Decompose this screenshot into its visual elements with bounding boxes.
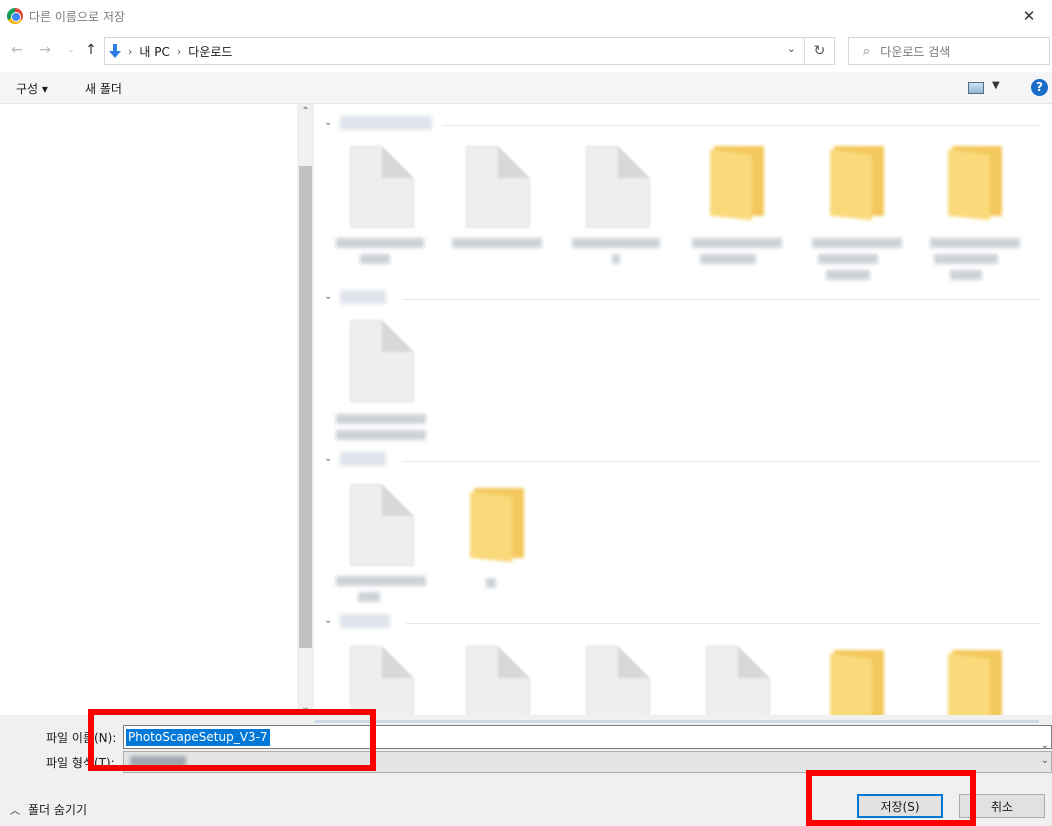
collapse-icon[interactable]: ⌄ (324, 117, 332, 128)
folder-name (812, 238, 902, 248)
group-header[interactable]: ⌄ (322, 452, 1042, 470)
refresh-icon: ↻ (813, 43, 826, 59)
filetype-label: 파일 형식(T): (46, 756, 115, 770)
filename-value[interactable]: PhotoScapeSetup_V3-7 (126, 729, 270, 746)
group-title (340, 116, 432, 130)
folder-icon (470, 488, 524, 563)
file-icon (586, 146, 650, 228)
scroll-down-icon[interactable]: ⌄ (297, 702, 314, 713)
title-bar: 다른 이름으로 저장 ✕ (0, 0, 1052, 32)
file-name (336, 576, 426, 586)
folder-name (486, 578, 496, 588)
chrome-icon (7, 8, 23, 24)
divider (402, 299, 1040, 300)
navigation-pane[interactable] (0, 104, 297, 715)
navigation-bar: ← → ⌄ ↑ › 내 PC › 다운로드 ⌄ ↻ ⌕ 다운로드 검색 (0, 34, 1052, 68)
breadcrumb-downloads[interactable]: 다운로드 (188, 43, 232, 60)
filetype-value (130, 756, 186, 767)
divider (442, 125, 1040, 126)
file-icon (350, 320, 414, 402)
folder-icon (830, 146, 884, 221)
folder-name (950, 270, 982, 280)
cancel-button[interactable]: 취소 (959, 794, 1045, 818)
breadcrumb-separator-icon: › (128, 44, 133, 58)
file-name (572, 238, 660, 248)
refresh-button[interactable]: ↻ (805, 37, 835, 65)
file-name (358, 592, 380, 602)
file-icon (350, 146, 414, 228)
folder-name (826, 270, 870, 280)
file-name (336, 238, 424, 248)
new-folder-button[interactable]: 새 폴더 (85, 80, 122, 97)
hide-folders-label: 폴더 숨기기 (28, 803, 88, 817)
file-name (612, 254, 620, 264)
collapse-icon[interactable]: ⌄ (324, 291, 332, 302)
file-icon (706, 646, 770, 715)
folder-name (934, 254, 998, 264)
scroll-up-icon[interactable]: ⌃ (297, 106, 314, 117)
address-dropdown-icon[interactable]: ⌄ (787, 42, 796, 55)
file-icon (586, 646, 650, 715)
divider (402, 461, 1040, 462)
folder-name (818, 254, 878, 264)
group-header[interactable]: ⌄ (322, 116, 1042, 134)
download-folder-icon (109, 44, 121, 58)
filetype-select[interactable]: ⌄ (123, 751, 1052, 773)
file-icon (350, 646, 414, 715)
folder-icon (948, 650, 1002, 715)
group-header[interactable]: ⌄ (322, 614, 1042, 632)
view-options-icon[interactable] (968, 82, 984, 94)
search-input[interactable]: ⌕ 다운로드 검색 (848, 37, 1050, 65)
file-icon (350, 484, 414, 566)
chevron-up-icon: ︿ (10, 806, 20, 817)
filename-dropdown-icon[interactable]: ⌄ (1041, 740, 1049, 751)
save-form: 파일 이름(N): ⌄ PhotoScapeSetup_V3-7 파일 형식(T… (0, 715, 1052, 826)
file-name (336, 430, 426, 440)
view-dropdown-icon[interactable]: ▼ (992, 80, 1000, 91)
folder-name (930, 238, 1020, 248)
close-icon: ✕ (1022, 7, 1036, 25)
breadcrumb-separator-icon: › (176, 44, 182, 58)
hide-folders-toggle[interactable]: ︿ 폴더 숨기기 (10, 801, 87, 818)
file-list[interactable]: ⌄ ⌄ ⌄ ⌄ (314, 104, 1052, 715)
filename-label: 파일 이름(N): (46, 731, 117, 745)
folder-icon (948, 146, 1002, 221)
forward-arrow-icon[interactable]: → (36, 40, 54, 60)
file-name (336, 414, 426, 424)
back-arrow-icon[interactable]: ← (8, 40, 26, 60)
help-icon[interactable]: ? (1031, 79, 1048, 96)
command-bar: 구성 ▾ 새 폴더 ▼ (0, 72, 1052, 104)
file-name (452, 238, 542, 248)
filetype-dropdown-icon[interactable]: ⌄ (1041, 755, 1049, 766)
window-title: 다른 이름으로 저장 (29, 9, 125, 24)
folder-icon (830, 650, 884, 715)
search-placeholder: 다운로드 검색 (880, 44, 951, 59)
organize-menu[interactable]: 구성 ▾ (16, 80, 48, 97)
up-arrow-icon[interactable]: ↑ (82, 40, 100, 60)
chevron-down-icon[interactable]: ⌄ (62, 40, 80, 60)
group-header[interactable]: ⌄ (322, 290, 1042, 308)
breadcrumb-this-pc[interactable]: 내 PC (139, 43, 169, 60)
group-title (340, 452, 386, 466)
folder-name (692, 238, 782, 248)
file-name (360, 254, 390, 264)
horizontal-scrollbar[interactable] (315, 720, 1039, 723)
save-button[interactable]: 저장(S) (857, 794, 943, 818)
collapse-icon[interactable]: ⌄ (324, 615, 332, 626)
address-bar[interactable]: › 내 PC › 다운로드 ⌄ (104, 37, 805, 65)
collapse-icon[interactable]: ⌄ (324, 453, 332, 464)
file-icon (466, 146, 530, 228)
group-title (340, 290, 386, 304)
close-button[interactable]: ✕ (1006, 0, 1052, 32)
file-icon (466, 646, 530, 715)
search-icon: ⌕ (863, 43, 871, 59)
scrollbar-thumb[interactable] (299, 166, 312, 648)
divider (406, 623, 1040, 624)
navigation-scrollbar[interactable]: ⌃ ⌄ (297, 104, 314, 715)
folder-name (700, 254, 756, 264)
group-title (340, 614, 390, 628)
folder-icon (710, 146, 764, 221)
